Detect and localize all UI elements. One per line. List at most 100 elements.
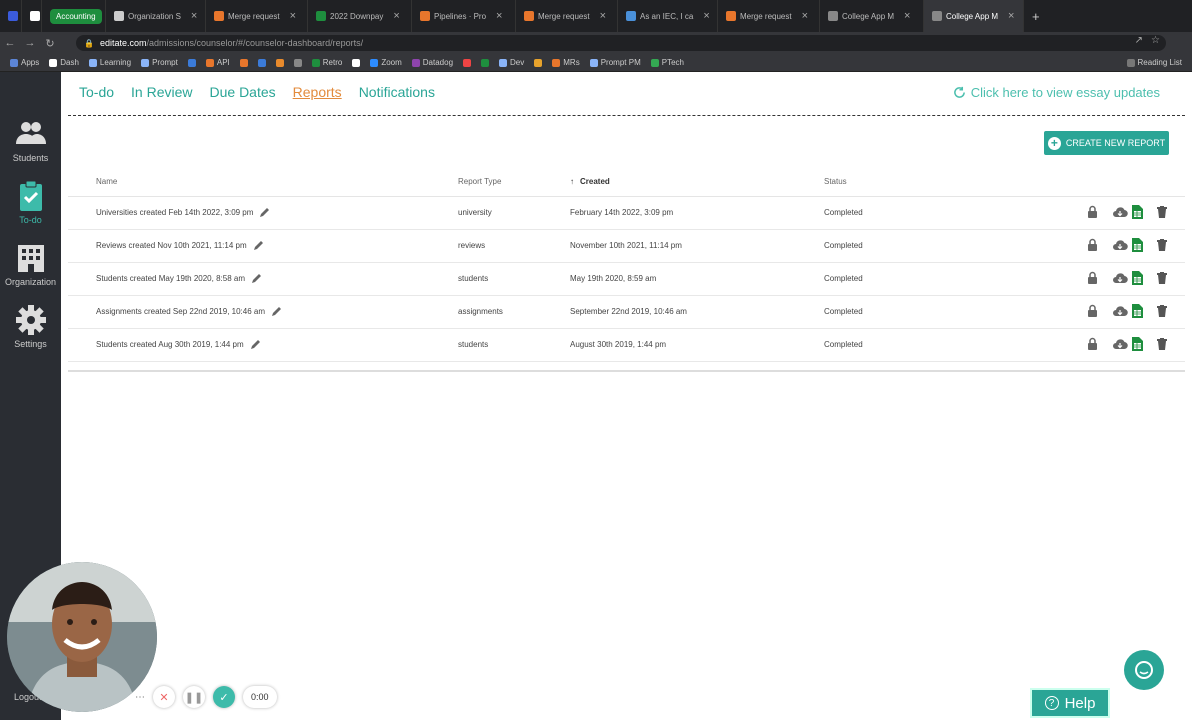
finish-button[interactable]: ✓ xyxy=(213,686,235,708)
trash-icon[interactable] xyxy=(1157,304,1167,319)
bookmark-item[interactable] xyxy=(239,58,248,67)
bookmark-item[interactable]: PTech xyxy=(650,58,684,67)
bookmark-item[interactable] xyxy=(481,58,490,67)
reading-list[interactable]: Reading List xyxy=(1126,58,1182,67)
google-sheets-icon[interactable] xyxy=(1132,204,1143,221)
bookmark-item[interactable] xyxy=(275,58,284,67)
tab-reports[interactable]: Reports xyxy=(293,84,342,100)
browser-tab[interactable]: 2022 Downpay × xyxy=(308,0,412,32)
sidebar-item-students[interactable]: Students xyxy=(0,109,61,171)
table-row[interactable]: Students created May 19th 2020, 8:58 am s… xyxy=(68,262,1185,296)
bookmark-item[interactable] xyxy=(293,58,302,67)
new-tab-icon[interactable]: + xyxy=(1032,9,1040,24)
bookmark-item[interactable]: Learning xyxy=(88,58,131,67)
browser-tab[interactable] xyxy=(0,0,22,32)
star-icon[interactable]: ☆ xyxy=(1151,35,1160,46)
close-tab-icon[interactable]: × xyxy=(191,10,197,22)
lock-icon[interactable] xyxy=(1087,337,1098,352)
chat-launcher-button[interactable] xyxy=(1124,650,1164,690)
pause-button[interactable]: ❚❚ xyxy=(183,686,205,708)
bookmark-item[interactable]: API xyxy=(205,58,230,67)
bookmark-item[interactable] xyxy=(257,58,266,67)
trash-icon[interactable] xyxy=(1157,337,1167,352)
bookmark-item[interactable] xyxy=(187,58,196,67)
tab-in-review[interactable]: In Review xyxy=(131,84,192,100)
cloud-download-icon[interactable] xyxy=(1112,305,1128,319)
edit-pencil-icon[interactable] xyxy=(271,305,283,319)
browser-tab[interactable]: College App M × xyxy=(820,0,924,32)
bookmark-item[interactable]: Apps xyxy=(10,58,39,67)
table-row[interactable]: Universities created Feb 14th 2022, 3:09… xyxy=(68,196,1185,230)
back-icon[interactable]: ← xyxy=(0,37,20,49)
bookmark-item[interactable]: Zoom xyxy=(370,58,402,67)
browser-tab[interactable]: Accounting xyxy=(42,0,106,32)
google-sheets-icon[interactable] xyxy=(1132,303,1143,320)
sidebar-item-organization[interactable]: Organization xyxy=(0,233,61,295)
share-icon[interactable]: ↗ xyxy=(1135,35,1143,46)
bookmark-item[interactable]: Dash xyxy=(49,58,79,67)
google-sheets-icon[interactable] xyxy=(1132,336,1143,353)
edit-pencil-icon[interactable] xyxy=(253,239,265,253)
trash-icon[interactable] xyxy=(1157,238,1167,253)
cloud-download-icon[interactable] xyxy=(1112,338,1128,352)
bookmark-item[interactable]: Datadog xyxy=(411,58,453,67)
close-tab-icon[interactable]: × xyxy=(496,10,502,22)
create-new-report-button[interactable]: + CREATE NEW REPORT xyxy=(1044,131,1169,155)
close-tab-icon[interactable]: × xyxy=(1008,10,1014,22)
close-tab-icon[interactable]: × xyxy=(393,10,399,22)
cloud-download-icon[interactable] xyxy=(1112,206,1128,220)
lock-icon[interactable] xyxy=(1087,304,1098,319)
edit-pencil-icon[interactable] xyxy=(250,338,262,352)
browser-tab[interactable]: Merge request × xyxy=(718,0,820,32)
trash-icon[interactable] xyxy=(1157,271,1167,286)
close-tab-icon[interactable]: × xyxy=(802,10,808,22)
header-status[interactable]: Status xyxy=(824,168,994,197)
help-button[interactable]: ? Help xyxy=(1030,688,1110,718)
browser-tab[interactable]: Organization S × xyxy=(106,0,206,32)
header-created[interactable]: ↑ Created xyxy=(570,168,824,197)
browser-tab[interactable]: College App M × xyxy=(924,0,1024,32)
discard-button[interactable]: ✕ xyxy=(153,686,175,708)
table-row[interactable]: Assignments created Sep 22nd 2019, 10:46… xyxy=(68,295,1185,329)
tab-notifications[interactable]: Notifications xyxy=(359,84,435,100)
lock-icon[interactable] xyxy=(1087,271,1098,286)
bookmark-item[interactable] xyxy=(534,58,543,67)
cloud-download-icon[interactable] xyxy=(1112,239,1128,253)
browser-tab[interactable]: As an IEC, I ca × xyxy=(618,0,718,32)
more-icon[interactable]: ⋯ xyxy=(135,692,145,703)
close-tab-icon[interactable]: × xyxy=(703,10,709,22)
edit-pencil-icon[interactable] xyxy=(259,206,271,220)
bookmark-item[interactable] xyxy=(352,58,361,67)
sidebar-item-todo[interactable]: To-do xyxy=(0,171,61,233)
tab-due-dates[interactable]: Due Dates xyxy=(210,84,276,100)
lock-icon[interactable] xyxy=(1087,238,1098,253)
table-row[interactable]: Students created Aug 30th 2019, 1:44 pm s… xyxy=(68,328,1185,362)
tab-todo[interactable]: To-do xyxy=(79,84,114,100)
bookmark-item[interactable]: Dev xyxy=(499,58,524,67)
trash-icon[interactable] xyxy=(1157,205,1167,220)
bookmark-item[interactable] xyxy=(463,58,472,67)
browser-tab[interactable]: Pipelines · Pro × xyxy=(412,0,516,32)
close-tab-icon[interactable]: × xyxy=(600,10,606,22)
url-field[interactable]: 🔒 editate.com/admissions/counselor/#/cou… xyxy=(76,35,1166,51)
lock-icon[interactable] xyxy=(1087,205,1098,220)
bookmark-item[interactable]: Retro xyxy=(311,58,342,67)
close-tab-icon[interactable]: × xyxy=(904,10,910,22)
bookmark-item[interactable]: Prompt PM xyxy=(589,58,641,67)
tab-group-label[interactable]: Accounting xyxy=(50,8,102,24)
header-name[interactable]: Name xyxy=(68,168,458,197)
edit-pencil-icon[interactable] xyxy=(251,272,263,286)
sidebar-item-settings[interactable]: Settings xyxy=(0,295,61,357)
browser-tab[interactable]: Merge request × xyxy=(206,0,308,32)
reload-icon[interactable]: ↻ xyxy=(40,37,60,50)
header-report-type[interactable]: Report Type xyxy=(458,168,570,197)
google-sheets-icon[interactable] xyxy=(1132,237,1143,254)
close-tab-icon[interactable]: × xyxy=(290,10,296,22)
cloud-download-icon[interactable] xyxy=(1112,272,1128,286)
bookmark-item[interactable]: MRs xyxy=(552,58,580,67)
browser-tab[interactable]: Merge request × xyxy=(516,0,618,32)
table-row[interactable]: Reviews created Nov 10th 2021, 11:14 pm r… xyxy=(68,229,1185,263)
bookmark-item[interactable]: Prompt xyxy=(141,58,178,67)
essay-updates-link[interactable]: Click here to view essay updates xyxy=(953,85,1160,100)
google-sheets-icon[interactable] xyxy=(1132,270,1143,287)
